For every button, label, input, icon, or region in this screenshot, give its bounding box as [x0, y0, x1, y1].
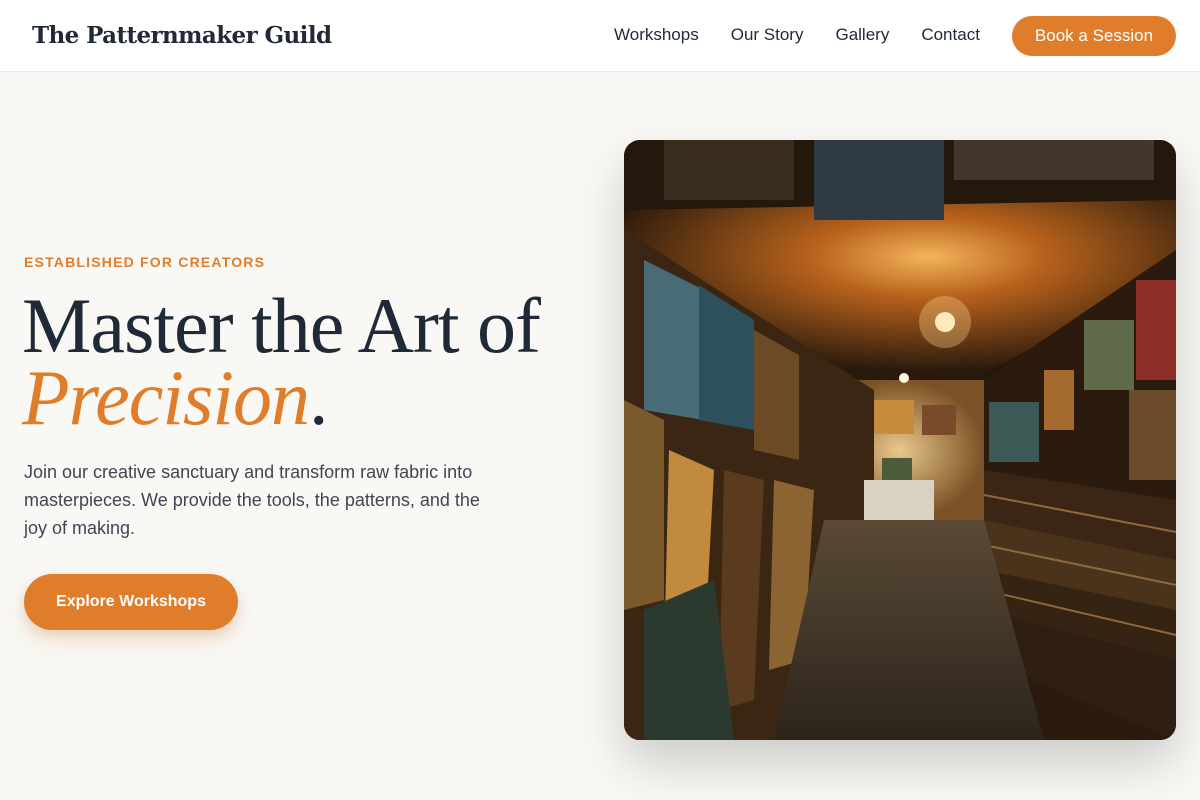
headline-accent: Precision: [22, 354, 310, 441]
nav-workshops[interactable]: Workshops: [614, 24, 699, 46]
hero-headline: Master the Art of Precision.: [22, 282, 541, 437]
nav-contact[interactable]: Contact: [921, 24, 980, 46]
headline-line-1: Master the Art of: [22, 282, 541, 369]
hero-description: Join our creative sanctuary and transfor…: [24, 462, 480, 538]
hero-eyebrow: ESTABLISHED FOR CREATORS: [24, 254, 266, 270]
brand-logo[interactable]: The Patternmaker Guild: [32, 20, 332, 52]
main-nav: Workshops Our Story Gallery Contact: [614, 24, 980, 46]
hero-image: [624, 140, 1176, 740]
nav-our-story[interactable]: Our Story: [731, 24, 804, 46]
site-header: The Patternmaker Guild Workshops Our Sto…: [0, 0, 1200, 72]
headline-period: .: [309, 354, 328, 441]
art-gallery-corridor-illustration: [624, 140, 1176, 740]
nav-gallery[interactable]: Gallery: [835, 24, 889, 46]
book-session-button[interactable]: Book a Session: [1012, 16, 1176, 56]
headline-line-2: Precision.: [22, 359, 540, 437]
explore-workshops-button[interactable]: Explore Workshops: [24, 574, 238, 630]
